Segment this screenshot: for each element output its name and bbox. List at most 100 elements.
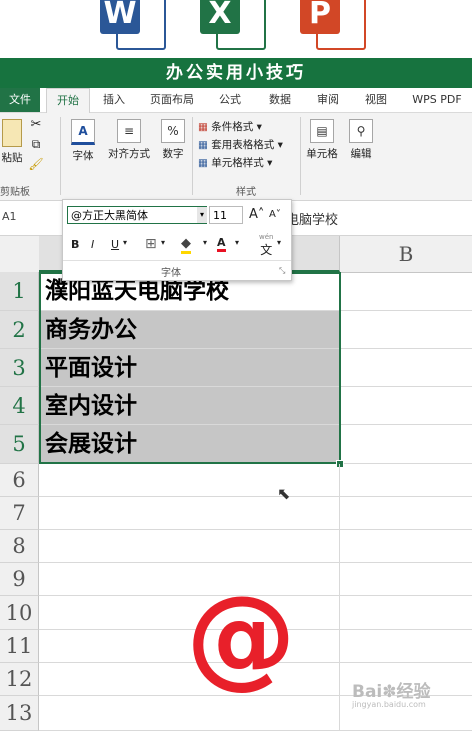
tab-file[interactable]: 文件 [0, 88, 40, 112]
column-header-b[interactable]: B [340, 236, 472, 272]
chevron-down-icon[interactable]: ▾ [203, 238, 207, 247]
ribbon-tabs: 文件 开始 插入 页面布局 公式 数据 审阅 视图 WPS PDF [0, 88, 472, 113]
row-header[interactable]: 5 [0, 425, 39, 464]
underline-button[interactable]: U [111, 238, 119, 251]
row-header[interactable]: 1 [0, 272, 39, 311]
cell-b11[interactable] [340, 630, 472, 663]
cell-b6[interactable] [340, 464, 472, 497]
font-size-select[interactable]: 11 [209, 206, 243, 224]
at-sign-watermark: @ [186, 572, 296, 700]
selection-range [39, 272, 341, 464]
table-format-button[interactable]: ▦ 套用表格格式 ▾ [198, 137, 283, 152]
cut-button[interactable]: ✂ [28, 117, 44, 132]
page-title: 办公实用小技巧 [0, 58, 472, 88]
dialog-launcher-icon[interactable]: ⤡ [279, 266, 285, 276]
ribbon: 粘贴 ✂ ⧉ 🖌 剪贴板 A 字体 ≡ 对齐方式 % 数字 ▦ 条件格式 ▾ ▦… [0, 113, 472, 201]
paw-icon: ✽ [382, 682, 397, 702]
font-group-label: 字体 [161, 268, 181, 279]
row-header[interactable]: 2 [0, 311, 39, 349]
chevron-down-icon[interactable]: ▾ [277, 238, 281, 247]
cells-icon: ▤ [310, 119, 334, 143]
grow-font-button[interactable]: A˄ [249, 207, 264, 222]
cell-b1[interactable] [340, 272, 472, 311]
cell-b10[interactable] [340, 596, 472, 630]
office-icons-banner: W X P [0, 0, 472, 58]
row-header[interactable]: 9 [0, 563, 39, 596]
row-header[interactable]: 13 [0, 696, 39, 731]
tab-view[interactable]: 视图 [358, 88, 394, 112]
row-header[interactable]: 6 [0, 464, 39, 497]
cell-b7[interactable] [340, 497, 472, 530]
cell-b3[interactable] [340, 349, 472, 387]
formula-input[interactable]: 电脑学校 [286, 209, 338, 228]
cell-a7[interactable] [39, 497, 340, 530]
table-format-icon: ▦ [198, 139, 208, 151]
divider [300, 117, 301, 195]
cell-b2[interactable] [340, 311, 472, 349]
cells-button[interactable]: ▤ 单元格 [304, 119, 340, 161]
divider [60, 117, 61, 195]
tab-home[interactable]: 开始 [46, 88, 90, 113]
clipboard-group-label: 剪贴板 [0, 187, 30, 198]
tab-insert[interactable]: 插入 [96, 88, 132, 112]
tab-formulas[interactable]: 公式 [212, 88, 248, 112]
percent-icon: % [161, 119, 185, 143]
shrink-font-button[interactable]: A˅ [269, 209, 281, 220]
copy-button[interactable]: ⧉ [28, 137, 44, 152]
divider [63, 260, 291, 261]
excel-icon: X [200, 0, 266, 50]
row-header[interactable]: 12 [0, 663, 39, 696]
fill-color-icon[interactable]: ◆ [181, 236, 191, 254]
copy-icon: ⧉ [31, 137, 41, 151]
tab-page-layout[interactable]: 页面布局 [144, 88, 200, 112]
cell-b9[interactable] [340, 563, 472, 596]
chevron-down-icon[interactable]: ▾ [197, 207, 207, 223]
brush-icon: 🖌 [28, 157, 44, 171]
powerpoint-icon: P [300, 0, 366, 50]
cell-b5[interactable] [340, 425, 472, 464]
border-icon[interactable]: ⊞ [145, 236, 157, 252]
chevron-down-icon[interactable]: ▾ [235, 238, 239, 247]
italic-button[interactable]: I [91, 238, 94, 251]
font-color-button[interactable]: A [217, 236, 226, 252]
divider [192, 117, 193, 195]
cell-a6[interactable] [39, 464, 340, 497]
word-icon: W [100, 0, 166, 50]
cell-style-icon: ▦ [198, 157, 208, 169]
paste-button[interactable]: 粘贴 [0, 119, 24, 165]
phonetic-guide-button[interactable]: wén 文 [259, 234, 273, 258]
row-header[interactable]: 7 [0, 497, 39, 530]
row-header[interactable]: 3 [0, 349, 39, 387]
name-box[interactable]: A1 [2, 210, 17, 223]
chevron-down-icon[interactable]: ▾ [123, 238, 127, 247]
font-format-popup: @方正大黑简体 ▾ 11 A˄ A˅ B I U ▾ ⊞ ▾ ◆ ▾ A ▾ w… [62, 199, 292, 281]
align-lines-icon: ≡ [117, 119, 141, 143]
font-group-button[interactable]: A 字体 [66, 119, 100, 163]
cell-style-button[interactable]: ▦ 单元格样式 ▾ [198, 155, 272, 170]
scissors-icon: ✂ [30, 117, 42, 132]
font-a-icon: A [71, 119, 95, 145]
row-header[interactable]: 8 [0, 530, 39, 563]
mouse-cursor-icon: ⬉ [277, 484, 291, 503]
clipboard-icon [2, 119, 22, 147]
alignment-button[interactable]: ≡ 对齐方式 [104, 119, 154, 161]
bold-button[interactable]: B [71, 238, 79, 251]
tab-data[interactable]: 数据 [262, 88, 298, 112]
row-header[interactable]: 11 [0, 630, 39, 663]
tab-wps-pdf[interactable]: WPS PDF [406, 88, 468, 112]
chevron-down-icon[interactable]: ▾ [161, 238, 165, 247]
row-header[interactable]: 10 [0, 596, 39, 630]
cell-b4[interactable] [340, 387, 472, 425]
spreadsheet-grid: B 1 濮阳蓝天电脑学校 2 商务办公 3 平面设计 4 室内设计 5 会展设计… [0, 236, 472, 731]
number-button[interactable]: % 数字 [158, 119, 188, 161]
format-painter-button[interactable]: 🖌 [28, 157, 44, 171]
row-header[interactable]: 4 [0, 387, 39, 425]
cell-b8[interactable] [340, 530, 472, 563]
editing-button[interactable]: ⚲ 编辑 [346, 119, 376, 161]
cell-a13[interactable] [39, 696, 340, 731]
conditional-format-button[interactable]: ▦ 条件格式 ▾ [198, 119, 262, 134]
font-name-select[interactable]: @方正大黑简体 [67, 206, 207, 224]
cell-a8[interactable] [39, 530, 340, 563]
tab-review[interactable]: 审阅 [310, 88, 346, 112]
conditional-format-icon: ▦ [198, 121, 208, 133]
